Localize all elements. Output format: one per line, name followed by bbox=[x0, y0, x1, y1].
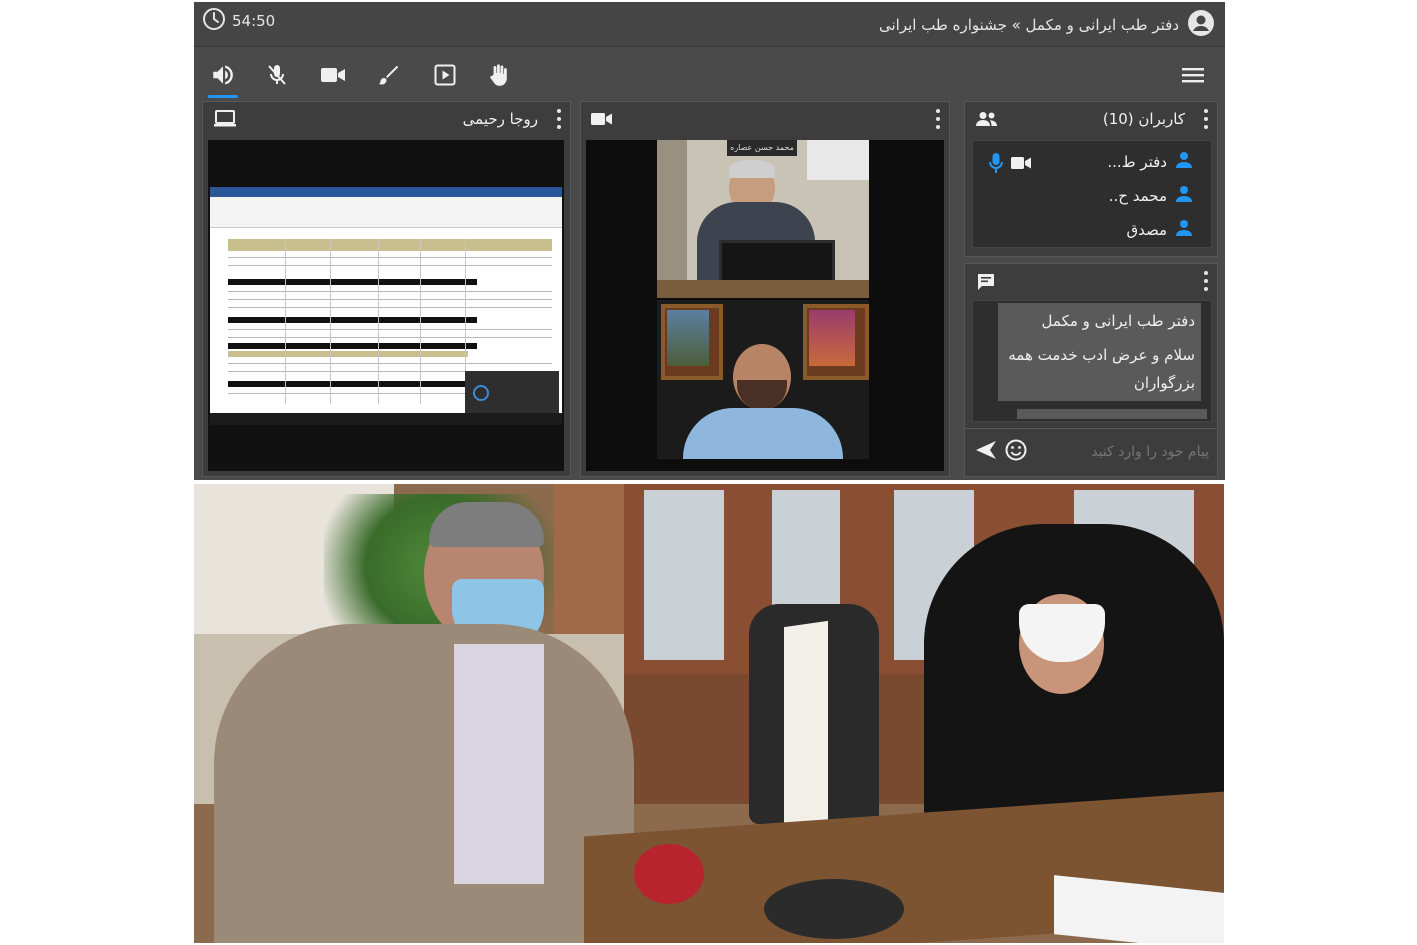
screenshare-panel: روجا رحیمی bbox=[202, 101, 571, 477]
user-row[interactable]: محمد ح.. bbox=[1109, 184, 1193, 208]
shared-screen[interactable] bbox=[208, 140, 564, 471]
meeting-room-photo bbox=[194, 484, 1224, 943]
presenter-name: روجا رحیمی bbox=[462, 110, 538, 128]
chat-message-partial bbox=[1017, 409, 1207, 419]
user-row[interactable]: مصدق bbox=[1126, 218, 1193, 242]
user-icon bbox=[1175, 185, 1193, 207]
laptop-icon bbox=[213, 109, 237, 133]
session-timer: 54:50 bbox=[202, 7, 275, 35]
video-stage[interactable]: محمد حسن عصاره bbox=[586, 140, 944, 471]
users-icon bbox=[975, 111, 999, 131]
mic-off-icon[interactable] bbox=[262, 60, 292, 90]
chat-messages[interactable]: دفتر طب ایرانی و مکمل سلام و عرض ادب خدم… bbox=[972, 300, 1212, 422]
meeting-title: دفتر طب ایرانی و مکمل » جشنواره طب ایران… bbox=[879, 9, 1215, 41]
user-name: مصدق bbox=[1126, 221, 1167, 239]
user-camera-icon bbox=[1011, 155, 1031, 174]
user-icon bbox=[1175, 151, 1193, 173]
shared-spreadsheet-image bbox=[210, 187, 562, 425]
participant-video-1: محمد حسن عصاره bbox=[657, 140, 869, 298]
user-icon bbox=[1175, 219, 1193, 241]
kebab-menu-icon[interactable] bbox=[935, 109, 941, 129]
presentation-icon[interactable] bbox=[430, 60, 460, 90]
chat-input-bar bbox=[965, 430, 1217, 474]
users-count-title: کاربران (10) bbox=[1102, 110, 1185, 128]
account-icon[interactable] bbox=[1187, 9, 1215, 41]
chat-message-line: سلام و عرض ادب خدمت همه bbox=[1008, 346, 1195, 364]
hamburger-menu-icon[interactable] bbox=[1178, 60, 1208, 90]
chat-icon bbox=[976, 272, 996, 296]
screenshare-panel-header: روجا رحیمی bbox=[203, 102, 570, 136]
chat-panel-header bbox=[965, 264, 1217, 298]
video-camera-icon bbox=[591, 111, 613, 131]
send-icon[interactable] bbox=[975, 440, 997, 464]
users-panel-header: کاربران (10) bbox=[965, 102, 1217, 136]
user-name: محمد ح.. bbox=[1108, 187, 1167, 205]
users-list: دفتر ط... محمد ح.. مصدق bbox=[972, 140, 1212, 248]
top-bar: 54:50 دفتر طب ایرانی و مکمل » جشنواره طب… bbox=[194, 2, 1225, 47]
toolbar bbox=[194, 48, 1225, 98]
participant-video-caption: محمد حسن عصاره bbox=[727, 140, 797, 156]
camera-icon[interactable] bbox=[318, 60, 348, 90]
speaker-icon[interactable] bbox=[208, 60, 238, 98]
chat-panel: دفتر طب ایرانی و مکمل سلام و عرض ادب خدم… bbox=[964, 263, 1218, 477]
emoji-icon[interactable] bbox=[1005, 439, 1027, 465]
raise-hand-icon[interactable] bbox=[484, 60, 514, 90]
user-row[interactable]: دفتر ط... bbox=[1107, 150, 1193, 174]
chat-message-line: بزرگواران bbox=[1133, 374, 1195, 392]
brush-icon[interactable] bbox=[374, 60, 404, 90]
video-panel-header bbox=[581, 102, 949, 136]
meeting-app-window: 54:50 دفتر طب ایرانی و مکمل » جشنواره طب… bbox=[194, 2, 1225, 480]
chat-message-sender: دفتر طب ایرانی و مکمل bbox=[1041, 312, 1195, 330]
kebab-menu-icon[interactable] bbox=[1203, 271, 1209, 291]
users-panel: کاربران (10) دفتر ط... محمد ح.. مصدق bbox=[964, 101, 1218, 257]
participant-video-2 bbox=[657, 300, 869, 459]
chat-message-input[interactable] bbox=[1037, 438, 1211, 466]
kebab-menu-icon[interactable] bbox=[556, 109, 562, 129]
timer-text: 54:50 bbox=[232, 12, 276, 30]
video-panel: محمد حسن عصاره bbox=[580, 101, 950, 477]
kebab-menu-icon[interactable] bbox=[1203, 109, 1209, 129]
clock-icon bbox=[202, 7, 226, 35]
user-name: دفتر ط... bbox=[1107, 153, 1167, 171]
user-mic-icon bbox=[989, 153, 1003, 177]
meeting-title-text: دفتر طب ایرانی و مکمل » جشنواره طب ایران… bbox=[878, 16, 1179, 34]
chat-message: دفتر طب ایرانی و مکمل سلام و عرض ادب خدم… bbox=[998, 303, 1201, 401]
